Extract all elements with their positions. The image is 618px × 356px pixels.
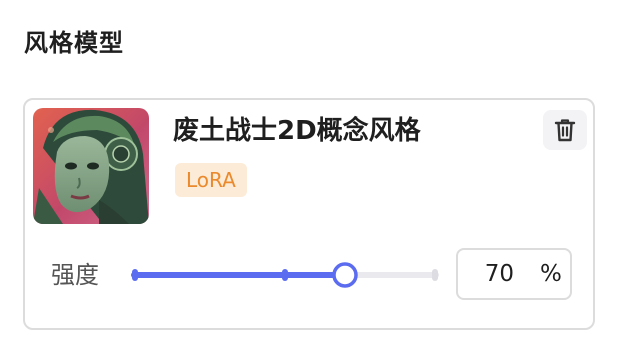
delete-model-button[interactable] [543,110,587,150]
slider-mark [132,269,138,281]
strength-value-field[interactable]: % [456,248,572,300]
trash-icon [554,119,576,142]
style-model-card: 废土战士2D概念风格 LoRA 强度 % [23,98,595,330]
strength-slider[interactable] [131,260,439,290]
slider-mark [282,269,288,281]
model-name: 废土战士2D概念风格 [173,116,421,146]
slider-fill [131,272,345,278]
strength-label: 强度 [51,261,99,289]
strength-unit: % [540,261,562,287]
strength-value-input[interactable] [468,260,514,288]
slider-handle[interactable] [332,262,358,288]
cyberpunk-warrior-portrait-icon [33,108,149,224]
section-title: 风格模型 [24,29,124,57]
model-thumbnail[interactable] [33,108,149,224]
slider-mark [432,269,438,281]
model-type-badge: LoRA [175,163,247,197]
